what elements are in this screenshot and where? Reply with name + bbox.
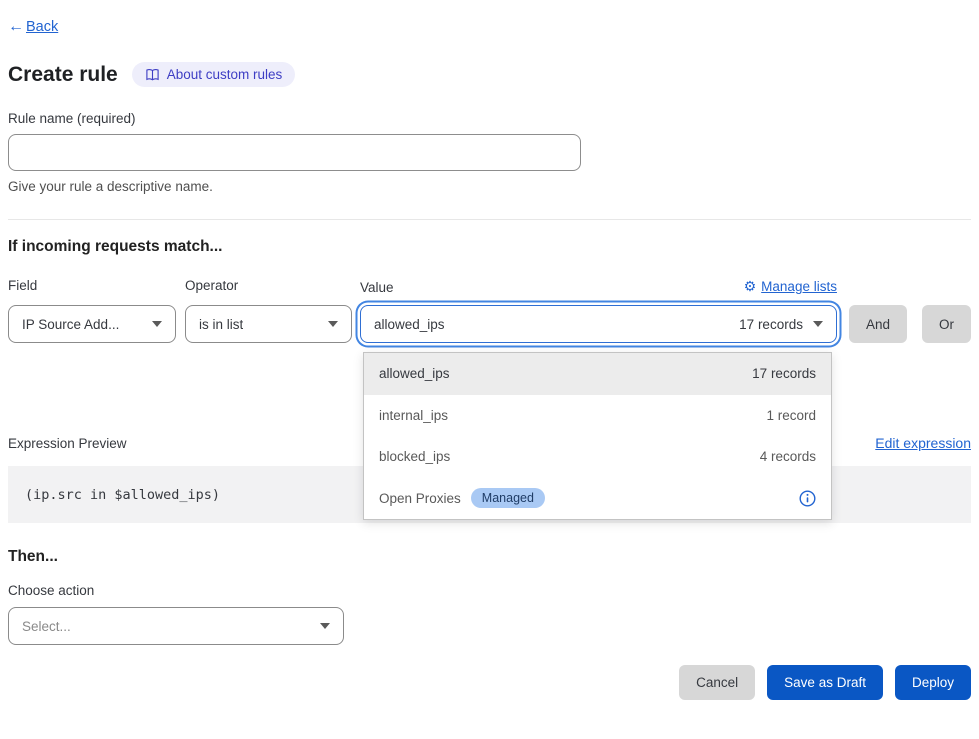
list-item-name: internal_ips bbox=[379, 408, 448, 423]
expression-preview-label: Expression Preview bbox=[8, 436, 127, 451]
deploy-button[interactable]: Deploy bbox=[895, 665, 971, 700]
list-item-blocked-ips[interactable]: blocked_ips 4 records bbox=[364, 436, 831, 478]
footer-actions: Cancel Save as Draft Deploy bbox=[8, 665, 971, 700]
section-divider bbox=[8, 219, 971, 220]
field-select[interactable]: IP Source Add... bbox=[8, 305, 176, 343]
list-item-name: blocked_ips bbox=[379, 449, 450, 464]
then-heading: Then... bbox=[8, 548, 971, 566]
match-heading: If incoming requests match... bbox=[8, 238, 971, 256]
and-button[interactable]: And bbox=[849, 305, 907, 343]
value-combobox-value: allowed_ips bbox=[374, 317, 739, 332]
info-icon[interactable] bbox=[799, 490, 816, 507]
list-item-records: 1 record bbox=[766, 408, 816, 423]
list-item-records: 4 records bbox=[760, 449, 816, 464]
page-title: Create rule bbox=[8, 63, 118, 87]
chevron-down-icon bbox=[152, 321, 162, 327]
list-dropdown-panel: allowed_ips 17 records internal_ips 1 re… bbox=[363, 352, 832, 520]
gear-icon: ⚙ bbox=[744, 278, 757, 295]
action-select[interactable]: Select... bbox=[8, 607, 344, 645]
list-item-internal-ips[interactable]: internal_ips 1 record bbox=[364, 395, 831, 437]
value-records-count: 17 records bbox=[739, 317, 803, 332]
field-select-value: IP Source Add... bbox=[22, 317, 119, 332]
about-badge-label: About custom rules bbox=[167, 67, 283, 82]
edit-expression-link[interactable]: Edit expression bbox=[875, 435, 971, 451]
chevron-down-icon bbox=[813, 321, 823, 327]
operator-select-value: is in list bbox=[199, 317, 243, 332]
about-custom-rules-link[interactable]: About custom rules bbox=[132, 62, 296, 87]
title-row: Create rule About custom rules bbox=[8, 62, 971, 87]
book-icon bbox=[145, 68, 160, 82]
value-combobox[interactable]: allowed_ips 17 records bbox=[360, 305, 837, 343]
chevron-down-icon bbox=[328, 321, 338, 327]
back-link[interactable]: ←Back bbox=[8, 18, 58, 36]
back-arrow-icon: ← bbox=[8, 18, 24, 36]
action-select-placeholder: Select... bbox=[22, 619, 71, 634]
manage-lists-link[interactable]: ⚙ Manage lists bbox=[744, 278, 837, 295]
list-item-allowed-ips[interactable]: allowed_ips 17 records bbox=[364, 353, 831, 395]
rule-name-label: Rule name (required) bbox=[8, 111, 971, 126]
value-label: Value bbox=[360, 280, 394, 295]
cancel-button[interactable]: Cancel bbox=[679, 665, 755, 700]
create-rule-page: ←Back Create rule About custom rules Rul… bbox=[0, 0, 979, 739]
manage-lists-label: Manage lists bbox=[761, 279, 837, 294]
choose-action-label: Choose action bbox=[8, 583, 971, 598]
field-label: Field bbox=[8, 278, 176, 295]
managed-badge: Managed bbox=[471, 488, 545, 508]
list-item-name: allowed_ips bbox=[379, 366, 450, 381]
operator-label: Operator bbox=[185, 278, 352, 295]
list-item-open-proxies[interactable]: Open Proxies Managed bbox=[364, 478, 831, 520]
back-label: Back bbox=[26, 19, 58, 35]
save-as-draft-button[interactable]: Save as Draft bbox=[767, 665, 883, 700]
operator-select[interactable]: is in list bbox=[185, 305, 352, 343]
list-item-name: Open Proxies bbox=[379, 491, 461, 506]
or-button[interactable]: Or bbox=[922, 305, 971, 343]
chevron-down-icon bbox=[320, 623, 330, 629]
rule-name-helper: Give your rule a descriptive name. bbox=[8, 179, 971, 194]
condition-row: Field IP Source Add... Operator is in li… bbox=[8, 278, 971, 343]
rule-name-input[interactable] bbox=[8, 134, 581, 171]
list-item-records: 17 records bbox=[752, 366, 816, 381]
